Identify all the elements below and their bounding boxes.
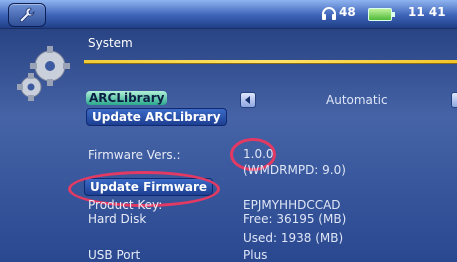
hard-disk-label: Hard Disk: [88, 212, 147, 226]
battery-icon: [368, 8, 395, 21]
hard-disk-used: Used: 1938 (MB): [243, 231, 344, 245]
status-bar: 48 11 41: [0, 0, 457, 29]
previous-option-arrow-icon[interactable]: [240, 92, 256, 108]
update-arclibrary-button[interactable]: Update ARCLibrary: [86, 108, 227, 126]
title-divider: [84, 60, 457, 63]
headphones-icon: [322, 7, 336, 20]
volume-level: 48: [339, 5, 356, 19]
firmware-version-label: Firmware Vers.:: [88, 148, 181, 162]
product-key-label: Product Key:: [88, 198, 163, 212]
section-title: System: [88, 36, 133, 50]
usb-port-label: USB Port: [88, 248, 141, 262]
hard-disk-free: Free: 36195 (MB): [243, 212, 347, 226]
arc-library-value: Automatic: [326, 93, 388, 107]
clock: 11 41: [408, 5, 446, 19]
settings-button[interactable]: [8, 3, 46, 27]
next-option-arrow-icon[interactable]: [451, 92, 457, 108]
wmdrmpd-version: (WMDRMPD: 9.0): [243, 163, 346, 177]
arc-library-label[interactable]: ARCLibrary: [86, 91, 168, 105]
usb-port-value: Plus: [243, 248, 268, 262]
gears-icon: [17, 46, 70, 101]
product-key-value: EPJMYHHDCCAD: [243, 198, 341, 212]
wrench-icon: [19, 7, 35, 23]
